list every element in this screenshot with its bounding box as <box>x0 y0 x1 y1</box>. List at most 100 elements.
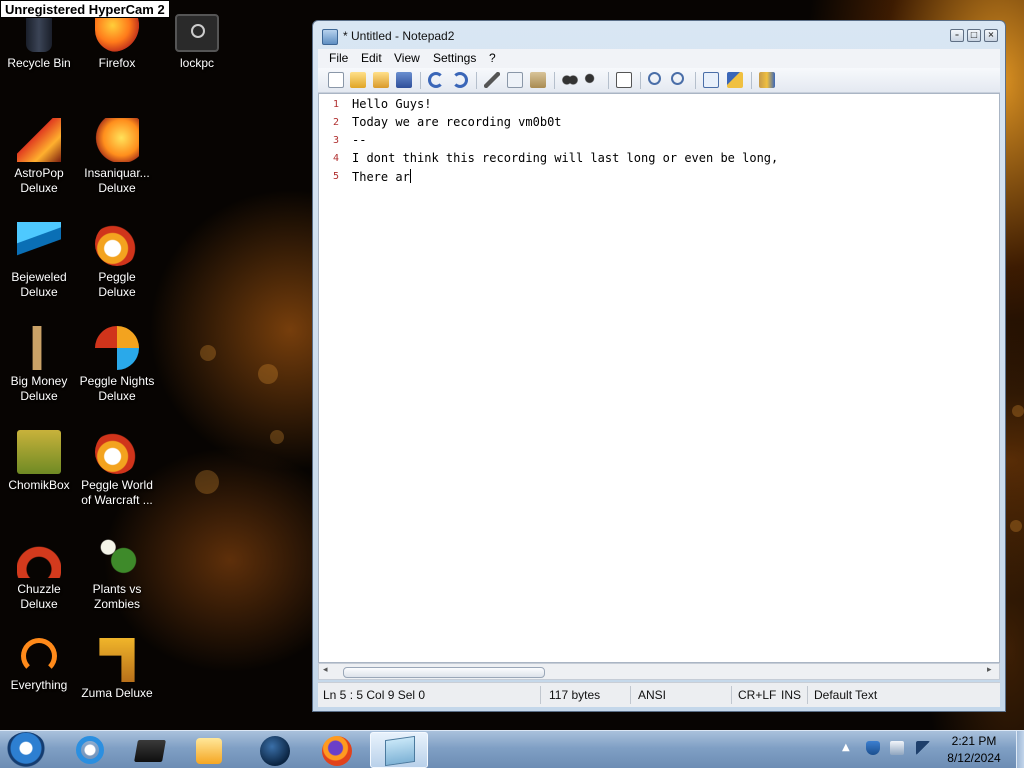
status-divider <box>630 686 631 704</box>
status-scheme[interactable]: Default Text <box>814 688 877 702</box>
text-line: Hello Guys! <box>352 97 432 111</box>
desktop-icon-label: Insaniquar... Deluxe <box>84 166 150 195</box>
current-line-text: There ar <box>352 170 410 184</box>
zuma-icon <box>99 638 135 682</box>
peggle-wow-icon <box>95 430 139 474</box>
show-hidden-icons-icon[interactable]: ▲ <box>842 742 850 753</box>
desktop-icon-insaniquarium[interactable]: Insaniquar... Deluxe <box>78 118 156 196</box>
text-line: I dont think this recording will last lo… <box>352 151 779 165</box>
line-number: 4 <box>332 153 339 164</box>
cut-icon[interactable] <box>484 72 500 88</box>
line-number: 5 <box>332 171 339 182</box>
minimize-button[interactable]: – <box>950 29 964 42</box>
save-icon[interactable] <box>396 72 412 88</box>
redo-icon[interactable] <box>452 72 468 88</box>
window-titlebar[interactable]: * Untitled - Notepad2 – □ × <box>313 21 1005 49</box>
desktop-icon-chomikbox[interactable]: ChomikBox <box>0 430 78 493</box>
taskbar-app-media-center[interactable] <box>122 732 176 768</box>
notepad2-window[interactable]: * Untitled - Notepad2 – □ × File Edit Vi… <box>312 20 1006 712</box>
status-position: Ln 5 : 5 Col 9 Sel 0 <box>323 688 426 702</box>
exit-icon[interactable] <box>759 72 775 88</box>
status-line-endings[interactable]: CR+LF <box>738 688 776 702</box>
notepad2-icon <box>385 735 415 767</box>
bejeweled-icon <box>17 222 61 266</box>
window-title: * Untitled - Notepad2 <box>343 29 455 43</box>
desktop-icon-label: Peggle World of Warcraft ... <box>81 478 153 507</box>
taskbar-app-globe[interactable] <box>246 732 300 768</box>
wallpaper-bokeh <box>1012 405 1024 417</box>
text-editor[interactable]: 1 2 3 4 5 Hello Guys! Today we are recor… <box>318 93 1000 663</box>
wallpaper-bokeh <box>270 430 284 444</box>
desktop-icon-label: Big Money Deluxe <box>10 374 68 403</box>
taskbar-app-media-player[interactable] <box>180 732 234 768</box>
zoom-in-icon[interactable] <box>648 72 661 85</box>
toolbar-separator <box>640 72 641 89</box>
wallpaper-bokeh <box>200 345 216 361</box>
astropop-icon <box>17 118 61 162</box>
clock-time: 2:21 PM <box>951 734 997 748</box>
status-encoding[interactable]: ANSI <box>638 688 666 702</box>
desktop-icon-chuzzle[interactable]: Chuzzle Deluxe <box>0 534 78 612</box>
show-desktop-button[interactable] <box>1016 731 1024 768</box>
desktop-icon-firefox[interactable]: Firefox <box>78 14 156 71</box>
desktop-icon-zuma[interactable]: Zuma Deluxe <box>78 638 156 701</box>
taskbar-app-firefox[interactable] <box>308 732 362 768</box>
text-line: -- <box>352 133 367 147</box>
find-icon[interactable] <box>562 72 578 88</box>
desktop-icon-astropop[interactable]: AstroPop Deluxe <box>0 118 78 196</box>
menu-edit[interactable]: Edit <box>361 51 382 65</box>
close-button[interactable]: × <box>984 29 998 42</box>
desktop-icon-label: Plants vs Zombies <box>92 582 142 611</box>
desktop-icon-lockpc[interactable]: lockpc <box>158 14 236 71</box>
line-number: 2 <box>332 117 339 128</box>
toolbar-separator <box>420 72 421 89</box>
scroll-left-arrow-icon[interactable]: ◂ <box>323 665 328 675</box>
insaniquarium-icon <box>95 118 139 162</box>
menu-help[interactable]: ? <box>489 51 496 65</box>
replace-icon[interactable] <box>584 72 600 88</box>
status-divider <box>540 686 541 704</box>
scheme-icon[interactable] <box>703 72 719 88</box>
desktop-icon-peggle-nights[interactable]: Peggle Nights Deluxe <box>78 326 156 404</box>
menu-view[interactable]: View <box>394 51 420 65</box>
volume-icon[interactable] <box>916 741 930 755</box>
notepad2-title-icon <box>322 29 338 45</box>
scroll-right-arrow-icon[interactable]: ▸ <box>987 665 992 675</box>
lockpc-icon <box>175 14 219 52</box>
copy-icon[interactable] <box>507 72 523 88</box>
plants-vs-zombies-icon <box>95 534 139 578</box>
browse-icon[interactable] <box>373 72 389 88</box>
scrollbar-thumb[interactable] <box>343 667 545 678</box>
system-clock[interactable]: 2:21 PM 8/12/2024 <box>930 733 1018 767</box>
customize-icon[interactable] <box>727 72 743 88</box>
text-line-current: There ar <box>352 169 411 184</box>
wallpaper-bokeh <box>195 470 219 494</box>
zoom-out-icon[interactable] <box>671 72 684 85</box>
desktop-icon-recycle-bin[interactable]: Recycle Bin <box>0 14 78 71</box>
desktop-icon-peggle[interactable]: Peggle Deluxe <box>78 222 156 300</box>
desktop-icon-bejeweled[interactable]: Bejeweled Deluxe <box>0 222 78 300</box>
start-button[interactable] <box>6 732 46 768</box>
status-size: 117 bytes <box>549 688 601 702</box>
taskbar-app-notepad2[interactable] <box>370 732 428 768</box>
word-wrap-icon[interactable] <box>616 72 632 88</box>
network-icon[interactable] <box>890 741 904 755</box>
desktop-icon-everything[interactable]: Everything <box>0 638 78 693</box>
horizontal-scrollbar[interactable]: ◂ ▸ <box>318 663 1000 680</box>
maximize-button[interactable]: □ <box>967 29 981 42</box>
new-icon[interactable] <box>328 72 344 88</box>
menu-settings[interactable]: Settings <box>433 51 476 65</box>
taskbar-app-internet-explorer[interactable] <box>64 732 118 768</box>
hypercam-watermark: Unregistered HyperCam 2 <box>0 0 170 18</box>
desktop-icon-label: Chuzzle Deluxe <box>17 582 61 611</box>
paste-icon[interactable] <box>530 72 546 88</box>
chuzzle-icon <box>17 534 61 578</box>
menu-file[interactable]: File <box>329 51 348 65</box>
status-divider <box>731 686 732 704</box>
security-icon[interactable] <box>866 741 880 755</box>
desktop-icon-peggle-wow[interactable]: Peggle World of Warcraft ... <box>78 430 156 508</box>
desktop-icon-plants-vs-zombies[interactable]: Plants vs Zombies <box>78 534 156 612</box>
desktop-icon-big-money[interactable]: Big Money Deluxe <box>0 326 78 404</box>
open-icon[interactable] <box>350 72 366 88</box>
undo-icon[interactable] <box>428 72 444 88</box>
